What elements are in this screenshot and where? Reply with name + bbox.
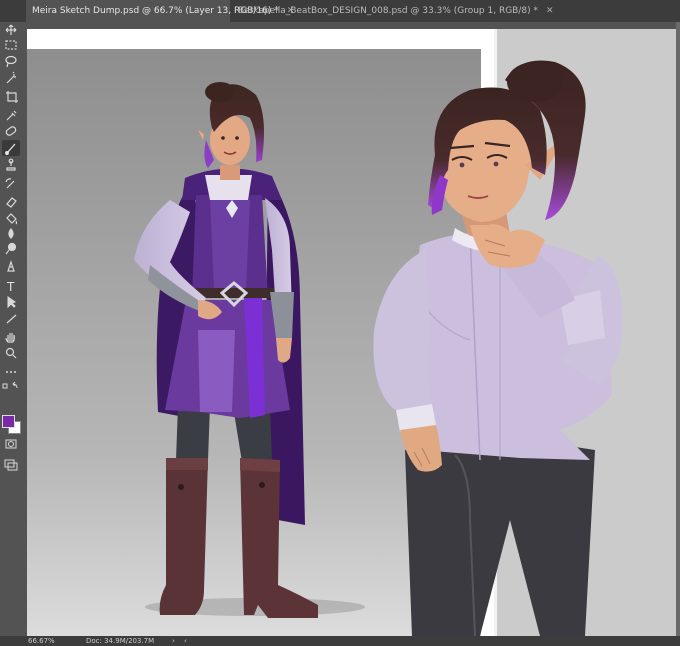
zoom-level[interactable]: 66.67% [28, 636, 55, 646]
artwork [27, 22, 680, 636]
vertical-scrollbar[interactable] [676, 22, 680, 636]
paint-bucket-icon[interactable] [6, 213, 18, 225]
tab-meira-sketch-dump[interactable]: Meira Sketch Dump.psd @ 66.7% (Layer 13,… [26, 0, 294, 22]
more-tools-icon[interactable] [6, 371, 16, 373]
lasso-icon[interactable] [5, 55, 17, 68]
tab-label: Barkapella_BeatBox_DESIGN_008.psd @ 33.3… [238, 6, 538, 16]
document-tab-bar: Meira Sketch Dump.psd @ 66.7% (Layer 13,… [0, 0, 680, 23]
move-icon[interactable] [5, 24, 17, 35]
screen-mode-icons [4, 459, 18, 471]
eyedropper-icon[interactable] [6, 110, 17, 121]
healing-icon[interactable] [5, 126, 17, 137]
screen-mode-icon[interactable] [4, 459, 18, 471]
magic-wand-icon[interactable] [6, 71, 16, 84]
eraser-icon[interactable] [6, 197, 17, 208]
close-icon[interactable]: ✕ [546, 6, 554, 16]
line-icon[interactable] [6, 314, 17, 324]
foreground-color-swatch[interactable] [2, 415, 15, 428]
type-icon[interactable]: T [6, 280, 15, 294]
status-menu-arrow-icon[interactable]: › [172, 636, 175, 646]
blur-icon[interactable] [8, 228, 14, 239]
path-selection-icon[interactable] [7, 296, 17, 309]
pen-icon[interactable] [7, 260, 15, 272]
marquee-icon[interactable] [5, 40, 17, 50]
swap-colors-icon[interactable] [12, 381, 18, 389]
dodge-icon[interactable] [5, 242, 17, 255]
tool-icons: T [2, 24, 20, 389]
tools-panel: T [0, 22, 23, 636]
default-colors-icon[interactable] [2, 383, 8, 389]
clone-stamp-icon[interactable] [6, 158, 16, 171]
zoom-icon[interactable] [5, 347, 17, 359]
crop-icon[interactable] [6, 91, 18, 103]
tab-barkapella-beatbox[interactable]: Barkapella_BeatBox_DESIGN_008.psd @ 33.3… [232, 0, 554, 22]
document-canvas[interactable] [22, 22, 680, 636]
quick-mask-icon[interactable] [5, 439, 17, 449]
hand-icon[interactable] [5, 333, 15, 343]
scroll-left-icon[interactable]: ‹ [184, 636, 187, 646]
document-size: Doc: 34.9M/203.7M [86, 637, 155, 645]
status-bar: 66.67% Doc: 34.9M/203.7M › ‹ [0, 636, 680, 646]
history-brush-icon[interactable] [5, 178, 15, 189]
